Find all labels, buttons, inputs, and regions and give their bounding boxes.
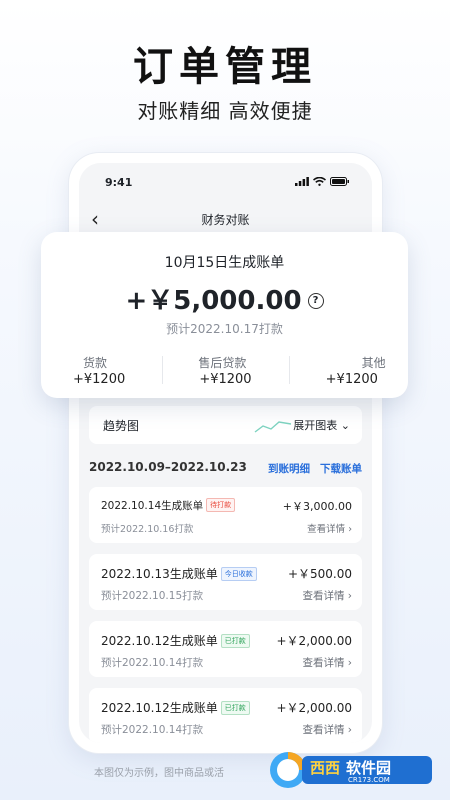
stat-value: +¥1200 <box>325 372 378 387</box>
status-time: 9:41 <box>105 176 133 189</box>
disclaimer-text: 本图仅为示例，图中商品或活 <box>94 768 224 779</box>
bill-due: 预计2022.10.16打款 <box>101 524 194 535</box>
svg-text:CR173.COM: CR173.COM <box>348 776 390 784</box>
bill-title-text: 2022.10.14生成账单 <box>101 500 204 512</box>
stat-value: +¥1200 <box>73 372 126 387</box>
bill-amount: +￥500.00 <box>287 567 352 581</box>
card-due: 预计2022.10.17打款 <box>166 322 283 336</box>
bill-due: 预计2022.10.15打款 <box>101 590 204 602</box>
signal-icon <box>295 177 309 186</box>
range-links: 到账明细 下载账单 <box>268 461 362 476</box>
view-detail-link[interactable]: 查看详情 › <box>302 722 352 737</box>
view-detail-label: 查看详情 <box>307 524 346 535</box>
bill-record[interactable]: 2022.10.13生成账单 今日收款 +￥500.00 预计2022.10.15… <box>89 554 362 610</box>
bill-amount: +￥2,000.00 <box>276 701 353 715</box>
expand-chart-label: 展开图表 <box>293 419 338 432</box>
trend-panel[interactable]: 趋势图 展开图表 ⌄ <box>89 406 362 444</box>
status-badge: 已打款 <box>220 634 250 648</box>
bill-title-text: 2022.10.12生成账单 <box>101 634 218 648</box>
bill-due: 预计2022.10.14打款 <box>101 724 204 736</box>
bill-title-text: 2022.10.13生成账单 <box>101 567 218 581</box>
date-range: 2022.10.09–2022.10.23 <box>89 460 247 474</box>
bill-title: 2022.10.14生成账单 待打款 <box>101 498 236 513</box>
nav-title: 财务对账 <box>201 213 250 227</box>
stat-label: 其他 <box>361 356 386 370</box>
stat-value: +¥1200 <box>199 372 252 387</box>
bill-summary-card: 10月15日生成账单 +￥5,000.00? 预计2022.10.17打款 货款… <box>41 232 408 398</box>
trend-label: 趋势图 <box>103 419 140 433</box>
bill-title: 2022.10.12生成账单 已打款 <box>101 699 250 716</box>
stat-goods: 货款 +¥1200 <box>41 352 163 388</box>
view-detail-link[interactable]: 查看详情 › <box>307 521 352 535</box>
battery-icon <box>330 177 349 186</box>
card-amount-row: +￥5,000.00? <box>41 280 408 317</box>
status-bar: 9:41 <box>79 163 372 203</box>
watermark-logo: 西西 软件园 CR173.COM <box>270 752 432 788</box>
bill-title: 2022.10.13生成账单 今日收款 <box>101 565 257 582</box>
card-amount: +￥5,000.00 <box>125 286 302 316</box>
download-bill-link[interactable]: 下载账单 <box>320 461 362 476</box>
stats-row: 货款 +¥1200 售后贷款 +¥1200 其他 +¥1200 <box>41 352 408 388</box>
headline: 订单管理 <box>133 44 317 90</box>
system-icons <box>295 177 350 186</box>
status-badge: 待打款 <box>206 498 236 512</box>
stat-label: 售后贷款 <box>198 356 247 370</box>
bill-title-text: 2022.10.12生成账单 <box>101 701 218 715</box>
date-range-row: 2022.10.09–2022.10.23 到账明细 下载账单 <box>89 458 362 478</box>
bill-amount: +￥2,000.00 <box>276 634 353 648</box>
status-badge: 已打款 <box>220 701 250 715</box>
svg-text:软件园: 软件园 <box>346 759 391 777</box>
subline: 对账精细 高效便捷 <box>137 99 313 123</box>
view-detail-label: 查看详情 <box>302 724 345 736</box>
bill-record[interactable]: 2022.10.12生成账单 已打款 +￥2,000.00 预计2022.10.1… <box>89 621 362 677</box>
trend-line-icon <box>254 421 292 433</box>
view-detail-link[interactable]: 查看详情 › <box>302 588 352 603</box>
view-detail-label: 查看详情 <box>302 657 345 669</box>
bill-due: 预计2022.10.14打款 <box>101 657 204 669</box>
arrival-detail-link[interactable]: 到账明细 <box>268 461 310 476</box>
stat-other: 其他 +¥1200 <box>286 352 408 388</box>
chevron-down-icon: ⌄ <box>340 419 350 432</box>
bill-record[interactable]: 2022.10.12生成账单 已打款 +￥2,000.00 预计2022.10.1… <box>89 688 362 743</box>
bill-amount: +￥3,000.00 <box>282 500 352 513</box>
expand-chart-button[interactable]: 展开图表 ⌄ <box>293 417 350 433</box>
bill-record[interactable]: 2022.10.14生成账单 待打款 +￥3,000.00 预计2022.10.1… <box>89 487 362 543</box>
wifi-icon <box>313 177 326 186</box>
status-badge: 今日收款 <box>220 567 257 581</box>
svg-text:西西: 西西 <box>310 759 340 777</box>
view-detail-label: 查看详情 <box>302 590 345 602</box>
stat-aftersale: 售后贷款 +¥1200 <box>163 352 285 388</box>
stat-label: 货款 <box>83 356 108 370</box>
view-detail-link[interactable]: 查看详情 › <box>302 655 352 670</box>
bill-title: 2022.10.12生成账单 已打款 <box>101 632 250 649</box>
card-title: 10月15日生成账单 <box>164 255 285 271</box>
help-icon[interactable]: ? <box>307 293 324 309</box>
